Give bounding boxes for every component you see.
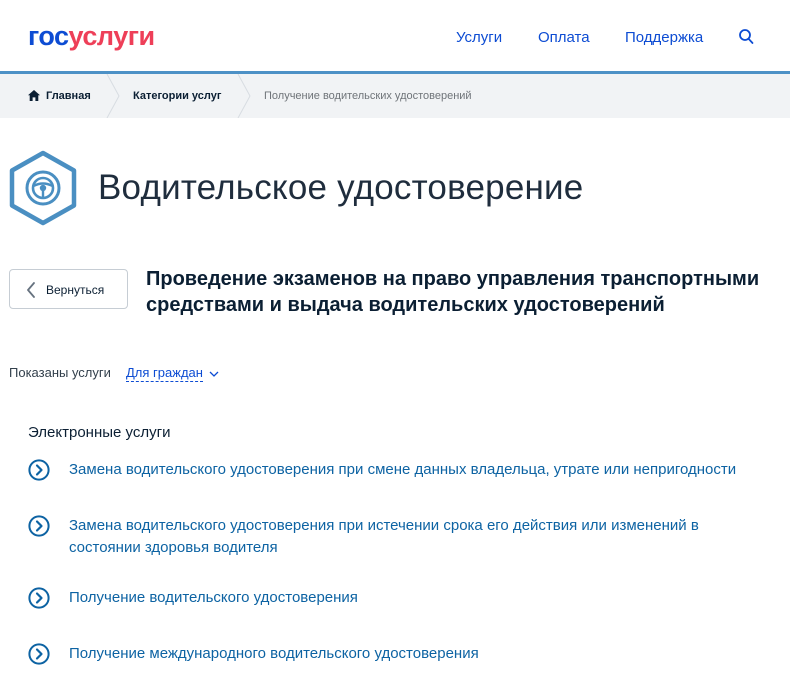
back-button-label: Вернуться (46, 283, 105, 297)
logo-part-gos: гос (28, 21, 69, 51)
logo-part-uslugi: услуги (68, 21, 156, 51)
gosuslugi-logo[interactable]: госуслуги (28, 20, 155, 52)
service-link-label: Получение международного водительского у… (69, 645, 479, 662)
service-link-label: Получение водительского удостоверения (69, 589, 358, 606)
breadcrumb-separator-icon (106, 74, 120, 118)
breadcrumb-home[interactable]: Главная (28, 74, 91, 118)
electronic-services-heading: Электронные услуги (28, 424, 171, 441)
section-title: Проведение экзаменов на право управления… (146, 268, 760, 316)
nav-services-link[interactable]: Услуги (456, 28, 502, 48)
category-badge (8, 150, 78, 226)
service-link-label: Замена водительского удостоверения при и… (69, 517, 699, 556)
breadcrumb-categories[interactable]: Категории услуг (133, 74, 221, 118)
service-link-item[interactable]: Получение международного водительского у… (28, 643, 778, 667)
filter-label: Показаны услуги (9, 365, 111, 380)
service-link-item[interactable]: Замена водительского удостоверения при и… (28, 515, 778, 561)
breadcrumb-current: Получение водительских удостоверений (264, 90, 472, 102)
home-icon (28, 90, 40, 101)
search-icon (739, 29, 754, 44)
chevron-down-icon (209, 371, 219, 377)
nav-payment-link[interactable]: Оплата (538, 28, 590, 48)
chevron-left-icon (27, 282, 35, 298)
service-link-label: Замена водительского удостоверения при с… (69, 461, 737, 478)
nav-support-link[interactable]: Поддержка (625, 28, 703, 48)
breadcrumb-separator-icon (237, 74, 251, 118)
site-header: госуслуги Услуги Оплата Поддержка (0, 0, 790, 73)
page-title: Водительское удостоверение (98, 168, 584, 207)
arrow-circle-icon (28, 643, 50, 665)
arrow-circle-icon (28, 587, 50, 609)
arrow-circle-icon (28, 515, 50, 537)
breadcrumb: Главная Категории услуг Получение водите… (0, 74, 790, 118)
steering-wheel-icon (9, 150, 77, 226)
audience-filter-dropdown[interactable]: Для граждан (126, 364, 219, 382)
back-button[interactable]: Вернуться (9, 269, 128, 309)
breadcrumb-home-label: Главная (46, 90, 91, 102)
search-button[interactable] (738, 27, 756, 47)
service-link-item[interactable]: Замена водительского удостоверения при с… (28, 459, 778, 483)
service-link-item[interactable]: Получение водительского удостоверения (28, 587, 778, 611)
filter-value: Для граждан (126, 365, 203, 382)
arrow-circle-icon (28, 459, 50, 481)
